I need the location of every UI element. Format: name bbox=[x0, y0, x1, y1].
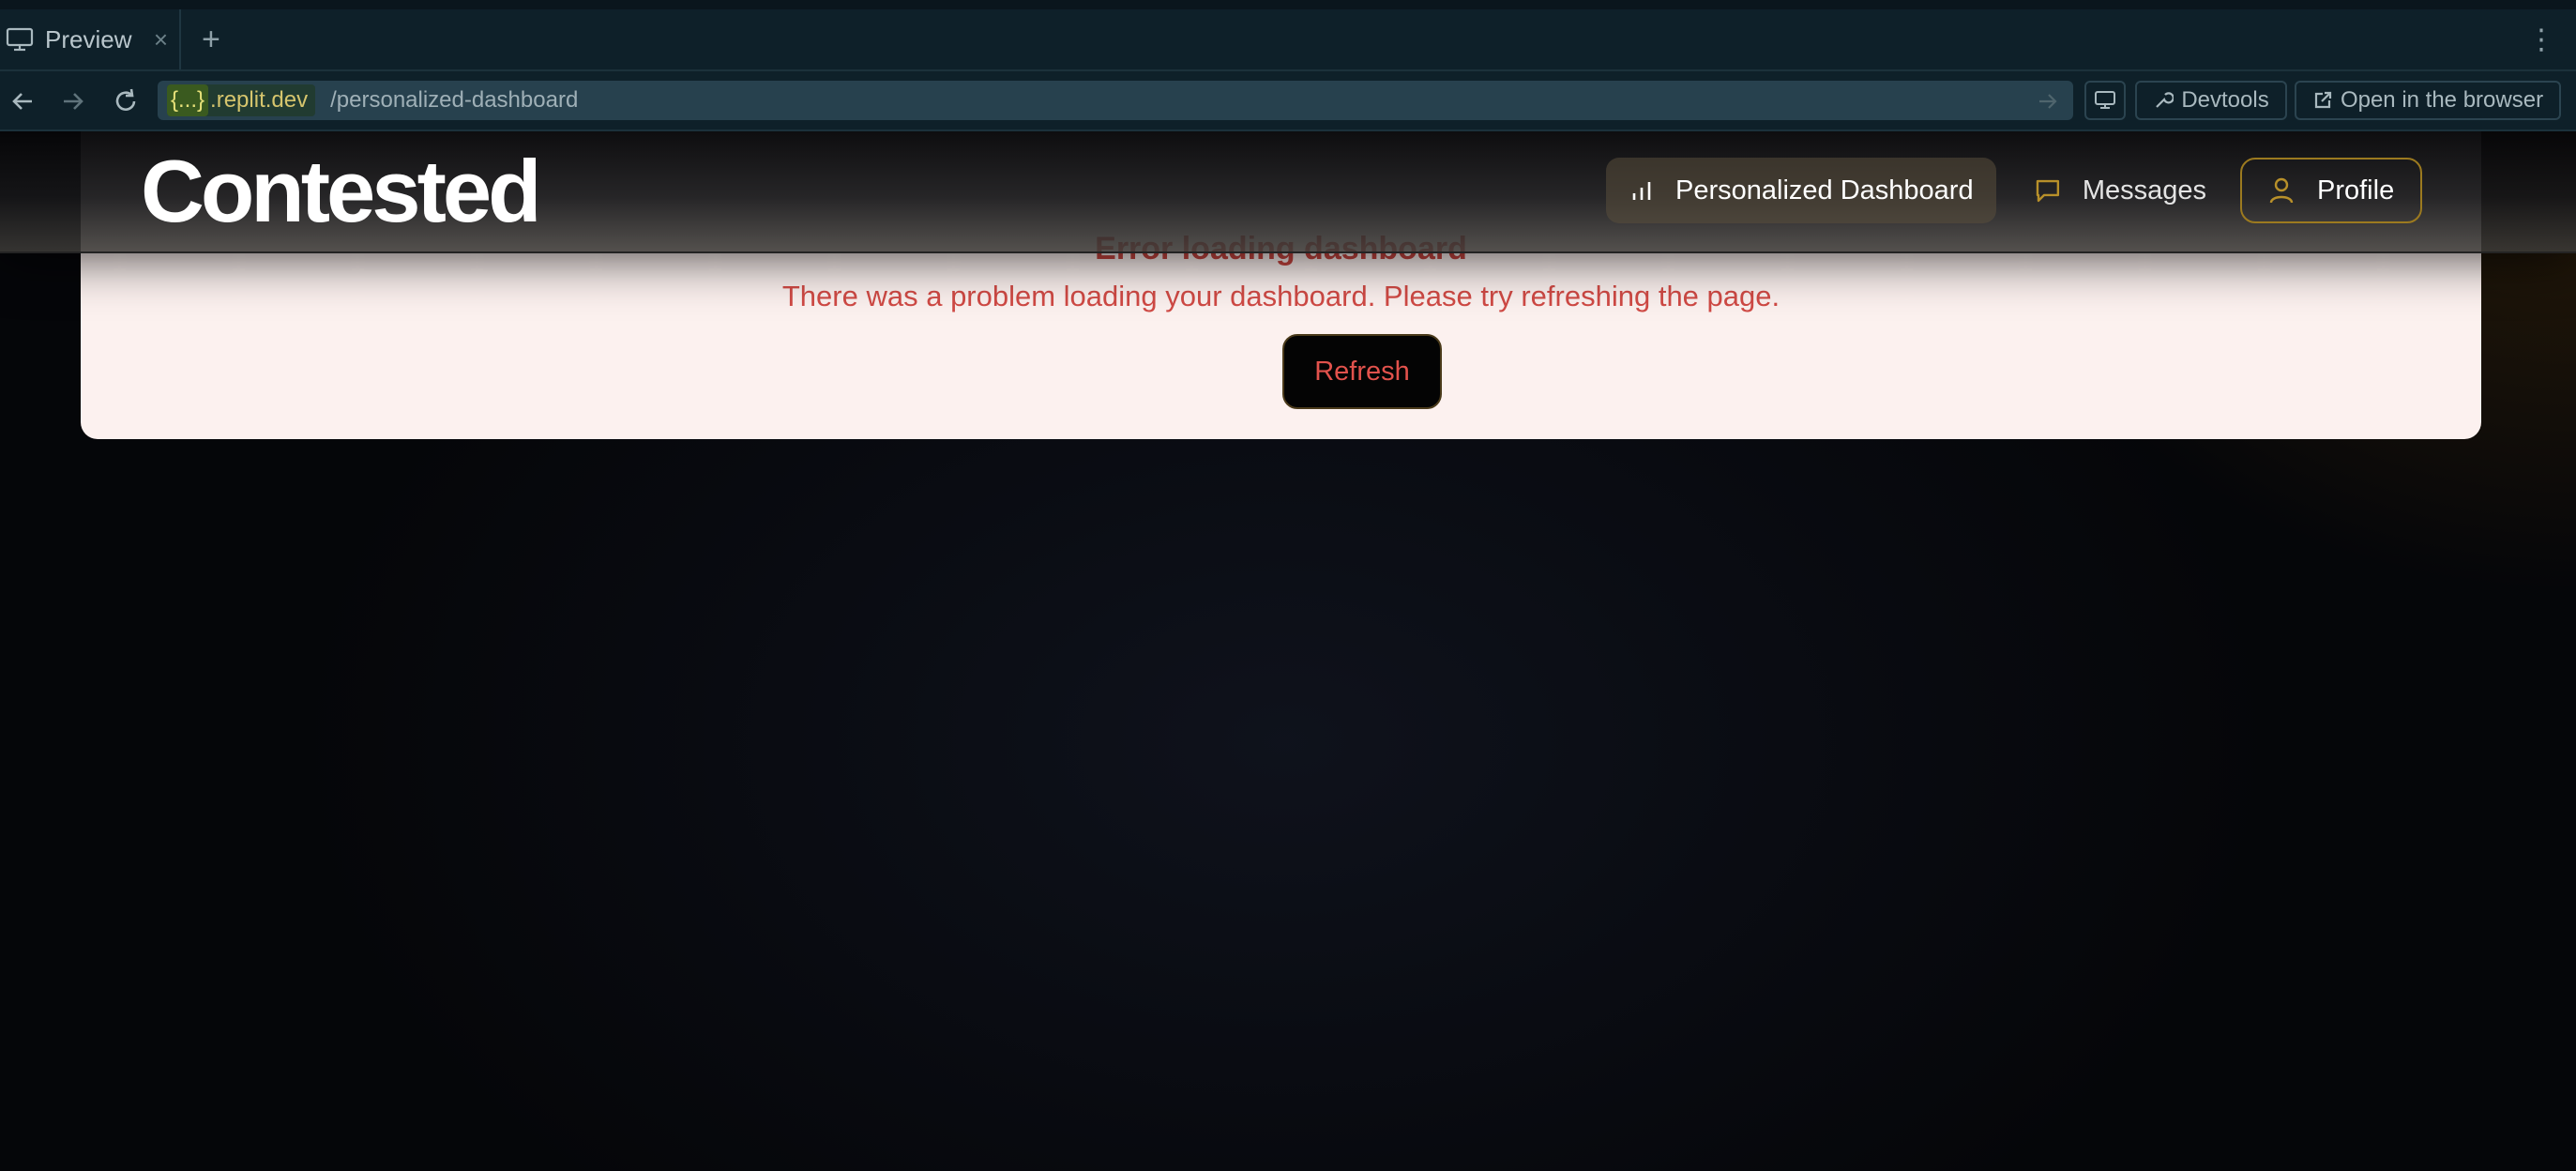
nav-profile-label: Profile bbox=[2317, 175, 2395, 205]
monitor-icon bbox=[6, 27, 34, 52]
external-link-icon bbox=[2314, 91, 2332, 109]
refresh-button[interactable]: Refresh bbox=[1282, 334, 1442, 409]
devtools-button[interactable]: Devtools bbox=[2135, 81, 2287, 120]
tab-title: Preview bbox=[45, 24, 132, 53]
bar-chart-icon bbox=[1632, 182, 1651, 200]
screen-icon bbox=[2095, 91, 2115, 109]
back-icon[interactable] bbox=[8, 86, 38, 116]
reload-icon[interactable] bbox=[111, 86, 141, 116]
open-in-browser-button[interactable]: Open in the browser bbox=[2295, 81, 2561, 120]
nav-profile[interactable]: Profile bbox=[2240, 158, 2422, 223]
url-host-domain: .replit.dev bbox=[210, 87, 309, 113]
open-in-browser-label: Open in the browser bbox=[2340, 87, 2544, 113]
more-menu-icon[interactable]: ⋮ bbox=[2527, 26, 2555, 54]
close-tab-icon[interactable]: × bbox=[154, 25, 168, 54]
browser-url-bar: {...} .replit.dev /personalized-dashboar… bbox=[0, 69, 2576, 131]
nav-messages-label: Messages bbox=[2082, 175, 2206, 205]
go-arrow-icon[interactable] bbox=[2036, 89, 2060, 114]
browser-tab-bar: Preview × + ⋮ bbox=[0, 0, 2576, 69]
new-tab-button[interactable]: + bbox=[202, 23, 220, 55]
logo[interactable]: Contested bbox=[141, 141, 542, 242]
device-preview-button[interactable] bbox=[2084, 81, 2126, 120]
app-header: Contested Personalized Dashboard Message… bbox=[0, 131, 2576, 253]
message-icon bbox=[2036, 179, 2060, 203]
user-icon bbox=[2269, 177, 2294, 204]
error-message: There was a problem loading your dashboa… bbox=[781, 280, 1780, 312]
url-field[interactable]: {...} .replit.dev /personalized-dashboar… bbox=[158, 81, 2073, 120]
url-host-placeholder: {...} bbox=[167, 84, 209, 116]
url-path: /personalized-dashboard bbox=[330, 87, 579, 113]
forward-icon[interactable] bbox=[58, 86, 88, 116]
url-host: {...} .replit.dev bbox=[167, 84, 316, 116]
devtools-label: Devtools bbox=[2181, 87, 2269, 113]
wrench-icon bbox=[2156, 92, 2174, 108]
nav-dashboard-label: Personalized Dashboard bbox=[1675, 175, 1974, 205]
preview-tab[interactable]: Preview × bbox=[0, 9, 181, 69]
nav-messages[interactable]: Messages bbox=[2019, 158, 2206, 223]
app-viewport: Error loading dashboard There was a prob… bbox=[0, 131, 2576, 1171]
nav-personalized-dashboard[interactable]: Personalized Dashboard bbox=[1606, 158, 1996, 223]
